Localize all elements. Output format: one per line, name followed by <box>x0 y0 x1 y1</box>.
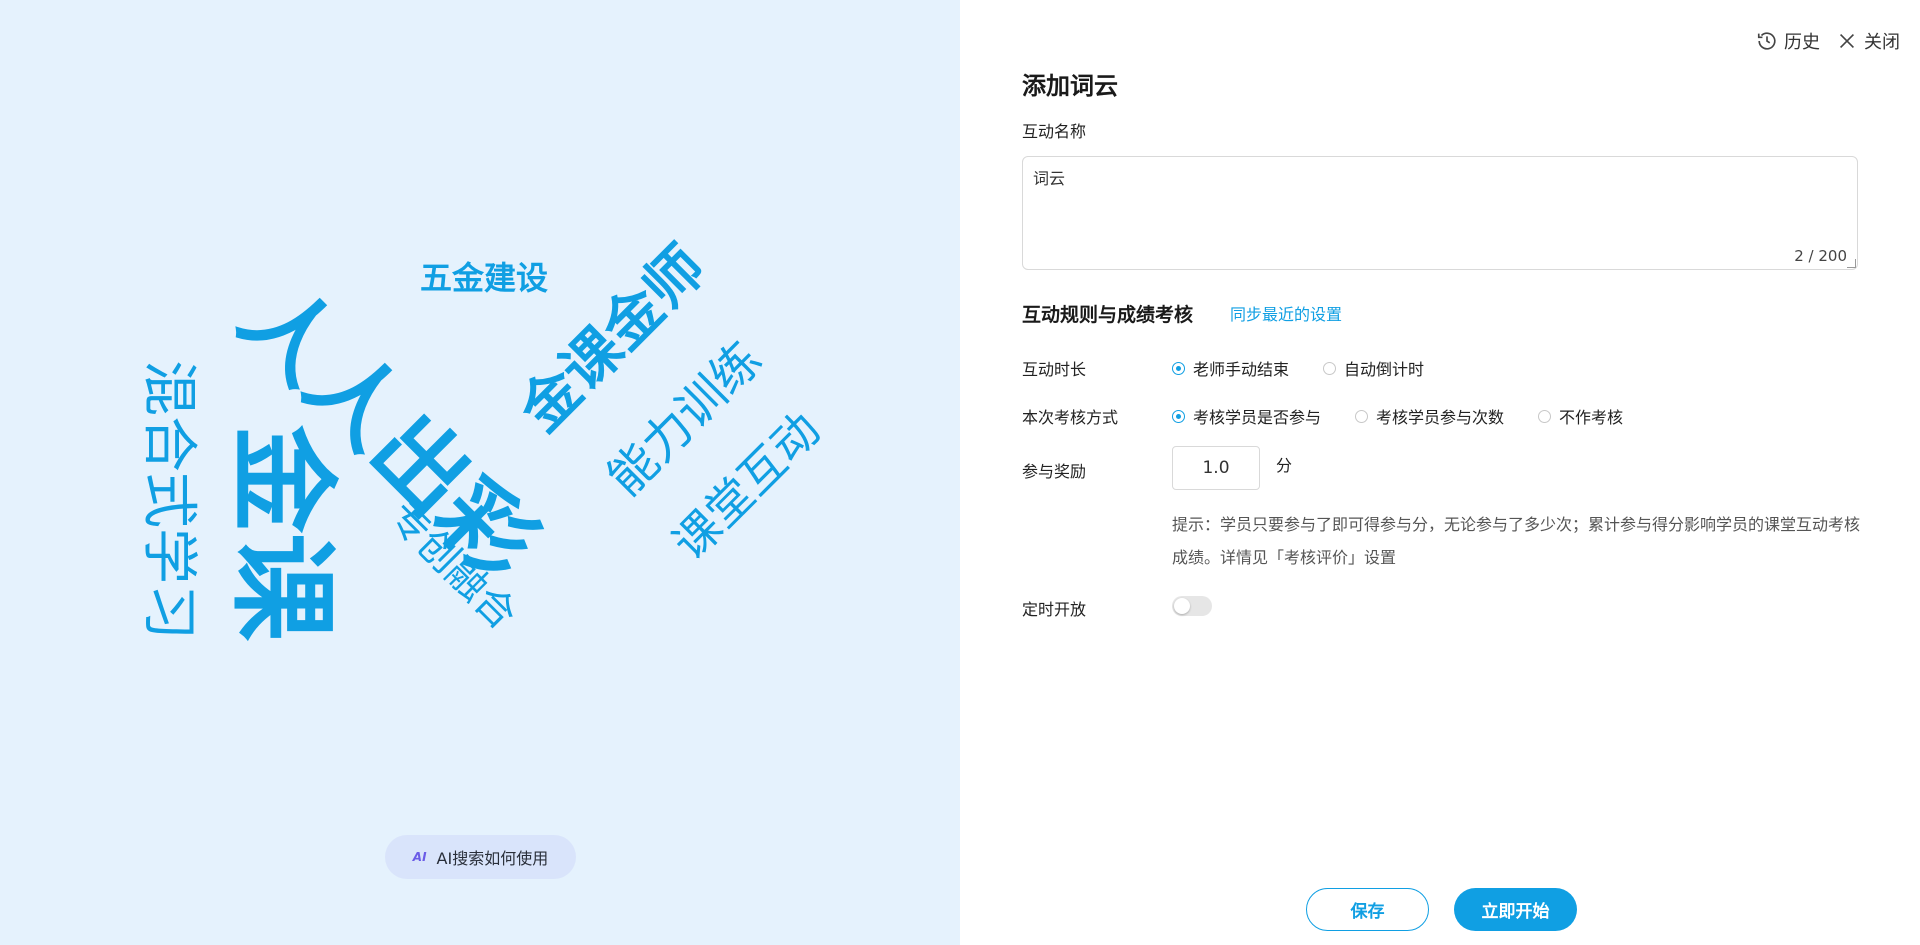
radio-label: 老师手动结束 <box>1193 360 1290 379</box>
radio-label: 考核学员是否参与 <box>1193 408 1322 427</box>
history-label: 历史 <box>1784 32 1820 53</box>
assessment-label: 本次考核方式 <box>1022 408 1119 427</box>
word-cloud-preview: 五金建设 金课金师 人人出彩 能力训练 课堂互动 专创融合 金课 混合式学习 A… <box>0 0 960 945</box>
close-icon <box>1839 33 1855 49</box>
char-counter: 2 / 200 <box>1794 247 1847 265</box>
radio-dot <box>1323 361 1337 375</box>
cloud-word-jinke: 金课 <box>219 425 344 642</box>
interaction-name-label: 互动名称 <box>1022 122 1087 141</box>
reward-unit: 分 <box>1276 456 1293 475</box>
radio-label: 不作考核 <box>1559 408 1624 427</box>
duration-radio-group: 老师手动结束 自动倒计时 <box>1172 356 1424 380</box>
cloud-word-hunheshi: 混合式学习 <box>136 360 201 640</box>
ai-search-help-label: AI搜索如何使用 <box>436 849 549 868</box>
cloud-word-wujin: 五金建设 <box>420 259 549 297</box>
radio-dot <box>1538 409 1552 423</box>
page-title: 添加词云 <box>1022 72 1118 100</box>
radio-dot <box>1172 409 1185 423</box>
reward-input[interactable] <box>1172 446 1260 490</box>
interaction-name-field: 2 / 200 <box>1022 156 1858 270</box>
timer-label: 定时开放 <box>1022 600 1087 619</box>
radio-dot <box>1355 409 1369 423</box>
close-label: 关闭 <box>1864 32 1900 53</box>
save-button[interactable]: 保存 <box>1306 888 1429 931</box>
assessment-hint: 提示：学员只要参与了即可得参与分，无论参与了多少次；累计参与得分影响学员的课堂互… <box>1172 515 1861 567</box>
reward-label: 参与奖励 <box>1022 462 1087 481</box>
start-now-button[interactable]: 立即开始 <box>1454 888 1577 931</box>
add-word-cloud-panel: 历史 关闭 添加词云 互动名称 2 / 200 互动规则与成绩考核 同步最近的设… <box>960 0 1920 945</box>
close-button[interactable]: 关闭 <box>1836 28 1900 54</box>
rules-section-title: 互动规则与成绩考核 <box>1022 304 1194 326</box>
ai-search-help-button[interactable]: AI AI搜索如何使用 <box>385 835 576 879</box>
resize-handle[interactable] <box>1847 259 1856 268</box>
interaction-name-input[interactable] <box>1023 157 1857 269</box>
radio-label: 自动倒计时 <box>1344 360 1425 379</box>
duration-label: 互动时长 <box>1022 360 1087 379</box>
radio-manual-end[interactable]: 老师手动结束 <box>1172 356 1289 380</box>
radio-label: 考核学员参与次数 <box>1376 408 1505 427</box>
radio-auto-countdown[interactable]: 自动倒计时 <box>1323 356 1424 380</box>
radio-dot <box>1172 361 1185 375</box>
history-icon <box>1757 32 1776 50</box>
timer-toggle[interactable] <box>1172 596 1212 616</box>
radio-assess-count[interactable]: 考核学员参与次数 <box>1355 404 1504 428</box>
assessment-radio-group: 考核学员是否参与 考核学员参与次数 不作考核 <box>1172 404 1623 428</box>
panel-topbar: 历史 关闭 <box>1756 28 1900 54</box>
history-button[interactable]: 历史 <box>1756 28 1820 54</box>
sync-recent-settings-link[interactable]: 同步最近的设置 <box>1230 301 1342 325</box>
radio-no-assessment[interactable]: 不作考核 <box>1538 404 1623 428</box>
toggle-knob <box>1174 598 1190 614</box>
radio-assess-participation[interactable]: 考核学员是否参与 <box>1172 404 1321 428</box>
ai-icon: AI <box>412 850 427 864</box>
